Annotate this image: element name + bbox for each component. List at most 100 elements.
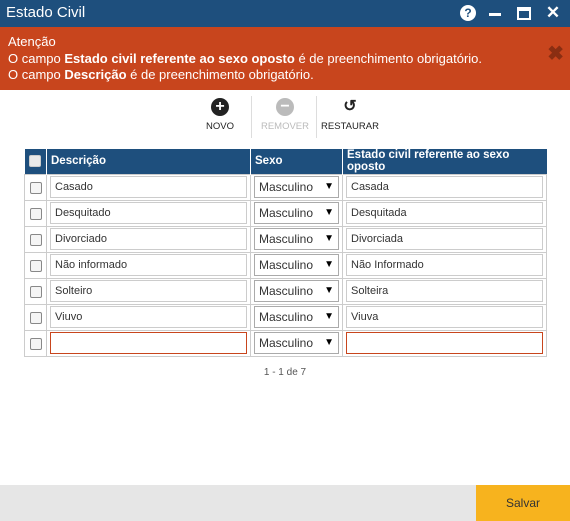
grid-body: Casado Masculino ▼ Casada Desquitado Masculin…	[24, 173, 547, 357]
sexo-select[interactable]: Masculino ▼	[254, 202, 339, 224]
sexo-select[interactable]: Masculino ▼	[254, 280, 339, 302]
descricao-input[interactable]: Divorciado	[50, 228, 247, 250]
sexo-select[interactable]: Masculino ▼	[254, 176, 339, 198]
sexo-cell: Masculino ▼	[250, 173, 343, 201]
grid-toolbar: + NOVO − REMOVER ↺ RESTAURAR	[0, 96, 570, 138]
row-checkbox[interactable]	[29, 233, 42, 246]
alert-message-1: O campo Estado civil referente ao sexo o…	[8, 50, 483, 66]
column-header-descricao[interactable]: Descrição	[46, 149, 251, 174]
table-row: Viuvo Masculino ▼ Viuva	[24, 303, 547, 331]
alert-close-icon[interactable]: ✖	[547, 44, 564, 63]
restaurar-label: RESTAURAR	[321, 121, 379, 132]
descricao-input[interactable]: Casado	[50, 176, 247, 198]
descricao-input[interactable]: Viuvo	[50, 306, 247, 328]
sexo-select[interactable]: Masculino ▼	[254, 228, 339, 250]
oposto-cell: Viuva	[342, 303, 547, 331]
window-title: Estado Civil	[6, 4, 86, 21]
estado-civil-oposto-input[interactable]: Desquitada	[346, 202, 543, 224]
descricao-cell: Viuvo	[46, 303, 251, 331]
row-select-cell	[24, 225, 47, 253]
dropdown-arrow-icon: ▼	[324, 311, 334, 322]
column-header-estado-civil-oposto[interactable]: Estado civil referente ao sexo oposto	[342, 149, 547, 174]
row-checkbox[interactable]	[29, 259, 42, 272]
sexo-cell: Masculino ▼	[250, 329, 343, 357]
sexo-select-value: Masculino	[259, 336, 314, 350]
sexo-select[interactable]: Masculino ▼	[254, 306, 339, 328]
row-checkbox[interactable]	[29, 207, 42, 220]
dialog-footer: Salvar	[0, 485, 570, 521]
select-all-checkbox[interactable]	[29, 155, 42, 168]
restaurar-button[interactable]: ↺ RESTAURAR	[315, 96, 385, 133]
sexo-cell: Masculino ▼	[250, 277, 343, 305]
oposto-cell: Desquitada	[342, 199, 547, 227]
novo-button[interactable]: + NOVO	[185, 96, 255, 132]
row-checkbox[interactable]	[29, 181, 42, 194]
novo-label: NOVO	[206, 121, 234, 132]
oposto-cell: Solteira	[342, 277, 547, 305]
validation-alert: Atenção O campo Estado civil referente a…	[0, 27, 570, 90]
maximize-button[interactable]	[514, 3, 534, 23]
sexo-select-value: Masculino	[259, 310, 314, 324]
sexo-select-value: Masculino	[259, 206, 314, 220]
estado-civil-oposto-input[interactable]	[346, 332, 543, 354]
descricao-input[interactable]	[50, 332, 247, 354]
remover-label: REMOVER	[260, 121, 310, 132]
row-checkbox[interactable]	[29, 311, 42, 324]
row-checkbox[interactable]	[29, 285, 42, 298]
grid-header-row: Descrição Sexo Estado civil referente ao…	[24, 149, 547, 174]
oposto-cell: Casada	[342, 173, 547, 201]
oposto-cell	[342, 329, 547, 357]
descricao-input[interactable]: Não informado	[50, 254, 247, 276]
dropdown-arrow-icon: ▼	[324, 285, 334, 296]
dropdown-arrow-icon: ▼	[324, 233, 334, 244]
table-row: Solteiro Masculino ▼ Solteira	[24, 277, 547, 305]
sexo-select-value: Masculino	[259, 232, 314, 246]
descricao-input[interactable]: Solteiro	[50, 280, 247, 302]
minimize-button[interactable]	[485, 3, 505, 23]
descricao-cell: Casado	[46, 173, 251, 201]
alert-heading: Atenção	[8, 34, 56, 49]
restore-icon: ↺	[343, 98, 357, 115]
sexo-select-value: Masculino	[259, 180, 314, 194]
row-select-cell	[24, 173, 47, 201]
sexo-cell: Masculino ▼	[250, 199, 343, 227]
column-header-sexo[interactable]: Sexo	[250, 149, 343, 174]
minus-circle-icon: −	[276, 98, 294, 116]
descricao-input[interactable]: Desquitado	[50, 202, 247, 224]
row-select-cell	[24, 303, 47, 331]
table-row: Desquitado Masculino ▼ Desquitada	[24, 199, 547, 227]
minimize-icon	[489, 12, 501, 16]
sexo-select[interactable]: Masculino ▼	[254, 332, 339, 354]
estado-civil-oposto-input[interactable]: Solteira	[346, 280, 543, 302]
plus-circle-icon: +	[211, 98, 229, 116]
window-titlebar: Estado Civil ? ✕	[0, 0, 570, 27]
save-button[interactable]: Salvar	[476, 485, 570, 521]
estado-civil-oposto-input[interactable]: Divorciada	[346, 228, 543, 250]
descricao-cell	[46, 329, 251, 357]
oposto-cell: Divorciada	[342, 225, 547, 253]
descricao-cell: Divorciado	[46, 225, 251, 253]
sexo-select[interactable]: Masculino ▼	[254, 254, 339, 276]
close-window-button[interactable]: ✕	[543, 3, 563, 23]
estado-civil-grid: Descrição Sexo Estado civil referente ao…	[24, 149, 547, 357]
estado-civil-oposto-input[interactable]: Casada	[346, 176, 543, 198]
descricao-cell: Desquitado	[46, 199, 251, 227]
select-all-cell	[24, 149, 47, 174]
remover-button[interactable]: − REMOVER	[250, 96, 320, 132]
dropdown-arrow-icon: ▼	[324, 259, 334, 270]
row-checkbox[interactable]	[29, 337, 42, 350]
dropdown-arrow-icon: ▼	[324, 207, 334, 218]
row-select-cell	[24, 329, 47, 357]
table-row: Não informado Masculino ▼ Não Informado	[24, 251, 547, 279]
estado-civil-oposto-input[interactable]: Não Informado	[346, 254, 543, 276]
row-select-cell	[24, 251, 47, 279]
table-row: Divorciado Masculino ▼ Divorciada	[24, 225, 547, 253]
estado-civil-oposto-input[interactable]: Viuva	[346, 306, 543, 328]
descricao-cell: Solteiro	[46, 277, 251, 305]
alert-message-2: O campo Descrição é de preenchimento obr…	[8, 67, 314, 82]
sexo-select-value: Masculino	[259, 258, 314, 272]
help-icon: ?	[460, 5, 476, 21]
row-select-cell	[24, 277, 47, 305]
descricao-cell: Não informado	[46, 251, 251, 279]
help-button[interactable]: ?	[458, 3, 478, 23]
